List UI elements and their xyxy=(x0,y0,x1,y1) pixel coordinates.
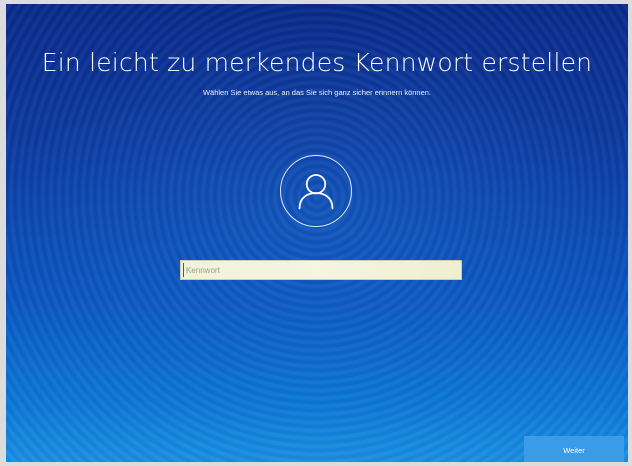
user-icon xyxy=(298,174,334,210)
user-avatar xyxy=(280,155,352,227)
page-title: Ein leicht zu merkendes Kennwort erstell… xyxy=(41,48,593,77)
password-input[interactable] xyxy=(180,260,462,280)
page-subtitle: Wählen Sie etwas aus, an das Sie sich ga… xyxy=(202,88,432,97)
text-caret xyxy=(183,263,184,277)
next-button[interactable]: Weiter xyxy=(524,436,624,462)
setup-screen: Ein leicht zu merkendes Kennwort erstell… xyxy=(6,4,628,462)
